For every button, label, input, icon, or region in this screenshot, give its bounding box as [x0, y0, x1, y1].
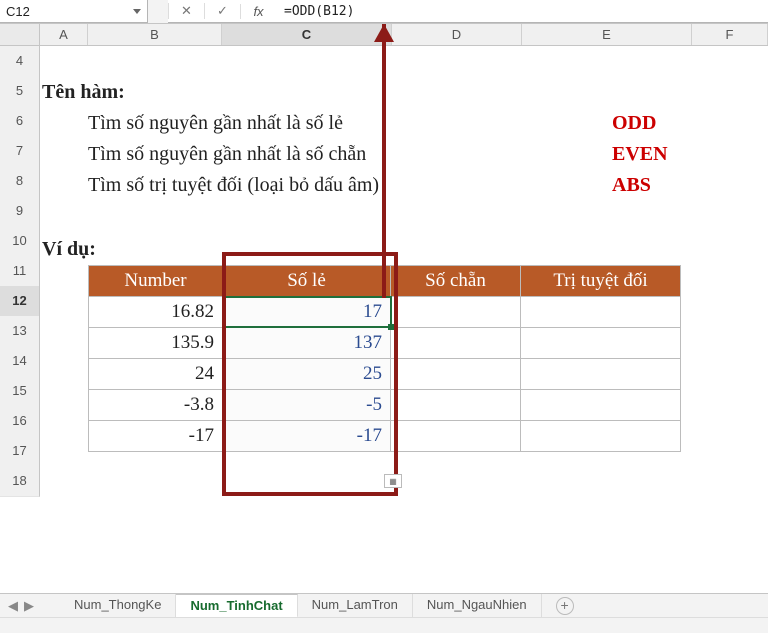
table-header: Number	[89, 266, 223, 297]
cancel-icon[interactable]: ✕	[168, 3, 204, 19]
row-header[interactable]: 16	[0, 406, 40, 437]
sheet-tab[interactable]: Num_LamTron	[298, 594, 413, 617]
table-header: Trị tuyệt đối	[521, 266, 681, 297]
sheet-tab[interactable]: Num_ThongKe	[60, 594, 176, 617]
annotation-arrow-head	[374, 24, 394, 42]
section-heading: Tên hàm:	[42, 78, 125, 106]
table-header: Số lẻ	[223, 266, 391, 297]
table-row: -17 -17	[89, 421, 681, 452]
formula-input[interactable]: =ODD(B12)	[276, 4, 768, 19]
row-header[interactable]: 5	[0, 76, 40, 107]
fn-name-odd: ODD	[612, 109, 656, 137]
table-header: Số chẵn	[391, 266, 521, 297]
select-all-corner[interactable]	[0, 24, 40, 45]
sheet-tab[interactable]: Num_TinhChat	[176, 594, 297, 618]
sheet-tab-bar: ◀ ▶ Num_ThongKeNum_TinhChatNum_LamTronNu…	[0, 593, 768, 617]
column-header[interactable]: A	[40, 24, 88, 45]
desc-abs: Tìm số trị tuyệt đối (loại bỏ dấu âm)	[88, 171, 379, 199]
name-box[interactable]: C12	[0, 0, 148, 23]
row-header[interactable]: 9	[0, 196, 40, 227]
desc-even: Tìm số nguyên gần nhất là số chẵn	[88, 140, 366, 168]
column-header[interactable]: B	[88, 24, 222, 45]
row-header[interactable]: 12	[0, 286, 40, 317]
sheet-tab[interactable]: Num_NgauNhien	[413, 594, 542, 617]
row-header[interactable]: 6	[0, 106, 40, 137]
chevron-down-icon[interactable]	[133, 9, 141, 14]
desc-odd: Tìm số nguyên gần nhất là số lẻ	[88, 109, 343, 137]
annotation-arrow	[382, 24, 386, 298]
fn-name-even: EVEN	[612, 140, 668, 168]
horizontal-scrollbar[interactable]	[0, 617, 768, 633]
tab-nav-prev-icon[interactable]: ◀	[8, 598, 18, 614]
formula-bar: C12 ✕ ✓ fx =ODD(B12)	[0, 0, 768, 24]
row-header[interactable]: 11	[0, 256, 40, 287]
row-header[interactable]: 18	[0, 466, 40, 497]
column-header[interactable]: D	[392, 24, 522, 45]
column-header[interactable]: F	[692, 24, 768, 45]
add-sheet-button[interactable]: +	[556, 597, 574, 615]
row-header[interactable]: 17	[0, 436, 40, 467]
row-header[interactable]: 15	[0, 376, 40, 407]
cell-reference: C12	[6, 4, 30, 19]
row-header[interactable]: 8	[0, 166, 40, 197]
table-row: 16.82 17	[89, 297, 681, 328]
row-header[interactable]: 4	[0, 46, 40, 77]
section-heading: Ví dụ:	[42, 235, 96, 263]
table-row: 24 25	[89, 359, 681, 390]
enter-icon[interactable]: ✓	[204, 3, 240, 19]
row-header[interactable]: 7	[0, 136, 40, 167]
fx-icon[interactable]: fx	[240, 4, 276, 19]
table-row: -3.8 -5	[89, 390, 681, 421]
column-header[interactable]: C	[222, 24, 392, 45]
row-header[interactable]: 14	[0, 346, 40, 377]
tab-nav-next-icon[interactable]: ▶	[24, 598, 34, 614]
row-header[interactable]: 13	[0, 316, 40, 347]
table-row: 135.9 137	[89, 328, 681, 359]
spreadsheet-grid[interactable]: A B C D E F 456789101112131415161718 Tên…	[0, 24, 768, 608]
autofill-options-icon[interactable]: ▦	[384, 474, 402, 488]
fn-name-abs: ABS	[612, 171, 651, 199]
row-header[interactable]: 10	[0, 226, 40, 257]
column-header[interactable]: E	[522, 24, 692, 45]
